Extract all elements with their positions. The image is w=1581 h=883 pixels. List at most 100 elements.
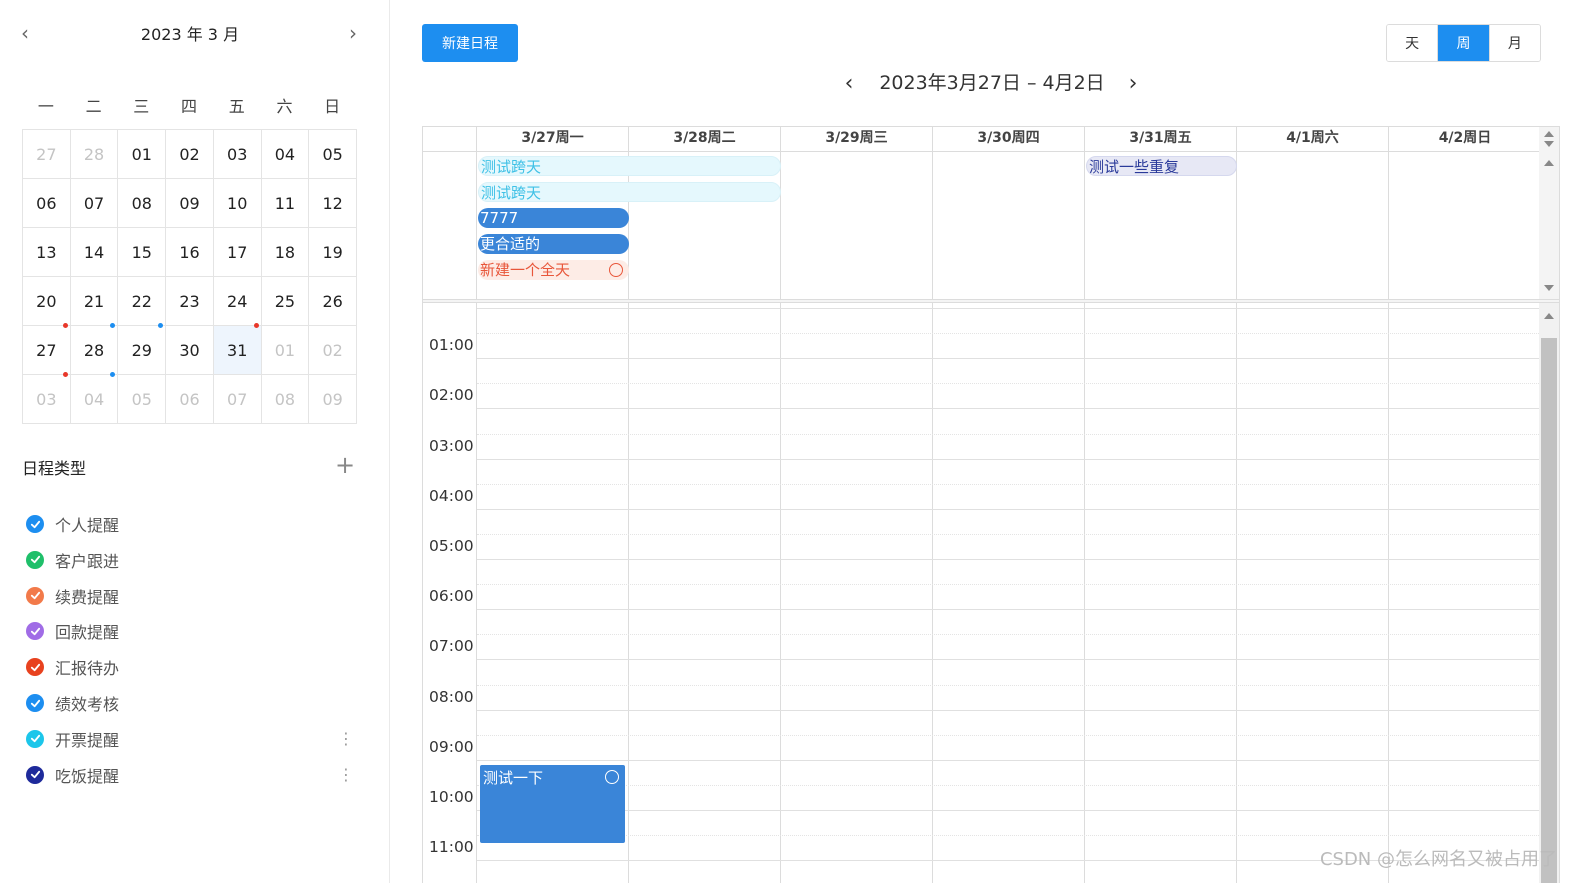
mini-calendar-day[interactable]: 07 — [70, 179, 119, 228]
day-header[interactable]: 3/27周一 — [477, 127, 629, 151]
mini-calendar-day[interactable]: 29 — [118, 323, 167, 375]
mini-calendar-day[interactable]: 10 — [213, 179, 262, 228]
scroll-up-arrow-icon[interactable] — [1544, 131, 1554, 137]
mini-calendar-day[interactable]: 28 — [70, 130, 119, 179]
day-header[interactable]: 3/28周二 — [629, 127, 781, 151]
day-column[interactable] — [629, 303, 781, 883]
view-周-button[interactable]: 周 — [1438, 25, 1490, 61]
mini-calendar-day[interactable]: 06 — [23, 179, 71, 228]
mini-calendar-day[interactable]: 09 — [166, 179, 214, 228]
mini-calendar-day[interactable]: 27 — [23, 323, 71, 375]
all-day-scrollbar[interactable] — [1539, 127, 1559, 299]
check-icon[interactable] — [26, 658, 44, 677]
view-月-button[interactable]: 月 — [1489, 25, 1540, 61]
mini-calendar-day[interactable]: 06 — [166, 375, 214, 424]
mini-calendar-day[interactable]: 08 — [118, 179, 167, 228]
all-day-event[interactable]: 测试跨天 — [478, 182, 781, 202]
all-day-column[interactable] — [1237, 152, 1389, 299]
scroll-down-arrow-icon[interactable] — [1544, 141, 1554, 147]
schedule-type-item[interactable]: 开票提醒 ⋮ — [22, 725, 362, 753]
all-day-event[interactable]: 新建一个全天 — [478, 260, 629, 280]
mini-calendar-day[interactable]: 30 — [166, 326, 214, 375]
schedule-type-item[interactable]: 吃饭提醒 ⋮ — [22, 761, 362, 789]
circle-icon[interactable] — [609, 263, 623, 277]
day-column[interactable] — [1389, 303, 1539, 883]
day-header[interactable]: 4/1周六 — [1237, 127, 1389, 151]
mini-calendar-day[interactable]: 01 — [118, 130, 167, 179]
schedule-type-item[interactable]: 个人提醒 — [22, 510, 362, 538]
mini-calendar-day[interactable]: 18 — [261, 228, 310, 277]
mini-calendar-day[interactable]: 15 — [118, 228, 167, 277]
schedule-type-item[interactable]: 续费提醒 — [22, 582, 362, 610]
mini-calendar-day[interactable]: 07 — [213, 375, 262, 424]
circle-icon[interactable] — [605, 769, 619, 784]
mini-calendar-day[interactable]: 21 — [70, 277, 119, 326]
mini-calendar-day[interactable]: 24 — [213, 277, 262, 326]
day-column[interactable] — [1237, 303, 1389, 883]
mini-prev-month-button[interactable]: ‹ — [10, 18, 40, 48]
scroll-down-arrow-icon[interactable] — [1544, 285, 1554, 291]
scroll-up-arrow-icon[interactable] — [1544, 313, 1554, 319]
check-icon[interactable] — [26, 515, 44, 533]
day-column[interactable] — [781, 303, 933, 883]
mini-calendar-day[interactable]: 05 — [118, 375, 167, 424]
mini-calendar-day[interactable]: 09 — [309, 375, 357, 424]
mini-calendar-day[interactable]: 11 — [261, 179, 310, 228]
schedule-type-item[interactable]: 回款提醒 — [22, 617, 362, 645]
mini-calendar-day[interactable]: 13 — [23, 228, 71, 277]
all-day-event[interactable]: 更合适的 — [478, 234, 629, 254]
check-icon[interactable] — [26, 765, 44, 784]
scrollbar-thumb[interactable] — [1541, 338, 1557, 883]
mini-calendar-day[interactable]: 02 — [309, 326, 357, 375]
scroll-up-arrow-icon[interactable] — [1544, 160, 1554, 166]
mini-calendar-day[interactable]: 31 — [213, 323, 262, 375]
all-day-event[interactable]: 测试跨天 — [478, 156, 781, 176]
day-header[interactable]: 4/2周日 — [1389, 127, 1541, 151]
check-icon[interactable] — [26, 550, 44, 569]
mini-calendar-day[interactable]: 04 — [261, 130, 310, 179]
schedule-type-item[interactable]: 客户跟进 — [22, 546, 362, 574]
prev-week-button[interactable]: ‹ — [834, 68, 864, 98]
mini-calendar-day[interactable]: 19 — [309, 228, 357, 277]
new-event-button[interactable]: 新建日程 — [422, 24, 518, 62]
schedule-type-item[interactable]: 绩效考核 — [22, 689, 362, 717]
all-day-column[interactable] — [933, 152, 1085, 299]
mini-calendar-day[interactable]: 08 — [261, 375, 310, 424]
mini-calendar-day[interactable]: 25 — [261, 277, 310, 326]
mini-calendar-day[interactable]: 20 — [23, 277, 71, 326]
schedule-type-item[interactable]: 汇报待办 — [22, 653, 362, 681]
all-day-event[interactable]: 7777 — [478, 208, 629, 228]
mini-calendar-day[interactable]: 17 — [213, 228, 262, 277]
mini-calendar-day[interactable]: 02 — [166, 130, 214, 179]
check-icon[interactable] — [26, 622, 44, 641]
more-options-icon[interactable]: ⋮ — [338, 728, 354, 750]
mini-calendar-day[interactable]: 03 — [23, 372, 71, 424]
mini-calendar-day[interactable]: 14 — [70, 228, 119, 277]
timed-event[interactable]: 测试一下 — [480, 764, 625, 843]
time-grid-scrollbar[interactable] — [1539, 303, 1559, 883]
day-header[interactable]: 3/31周五 — [1085, 127, 1237, 151]
day-column[interactable] — [933, 303, 1085, 883]
day-header[interactable]: 3/29周三 — [781, 127, 933, 151]
check-icon[interactable] — [26, 694, 44, 712]
mini-calendar-day[interactable]: 26 — [309, 277, 357, 326]
day-column[interactable] — [1085, 303, 1237, 883]
mini-calendar-day[interactable]: 05 — [309, 130, 357, 179]
view-天-button[interactable]: 天 — [1387, 25, 1439, 61]
day-header[interactable]: 3/30周四 — [933, 127, 1085, 151]
mini-calendar-day[interactable]: 22 — [118, 277, 167, 326]
next-week-button[interactable]: › — [1118, 68, 1148, 98]
add-schedule-type-button[interactable]: + — [332, 450, 358, 480]
mini-calendar-day[interactable]: 12 — [309, 179, 357, 228]
mini-next-month-button[interactable]: › — [338, 18, 368, 48]
mini-calendar-day[interactable]: 16 — [166, 228, 214, 277]
mini-calendar-day[interactable]: 27 — [23, 130, 71, 179]
mini-calendar-day[interactable]: 04 — [70, 372, 119, 424]
mini-calendar-day[interactable]: 01 — [261, 326, 310, 375]
mini-calendar-day[interactable]: 23 — [166, 277, 214, 326]
check-icon[interactable] — [26, 729, 44, 748]
all-day-event[interactable]: 测试一些重复 — [1086, 156, 1237, 176]
mini-calendar-day[interactable]: 28 — [70, 323, 119, 375]
more-options-icon[interactable]: ⋮ — [338, 764, 354, 786]
all-day-column[interactable] — [781, 152, 933, 299]
